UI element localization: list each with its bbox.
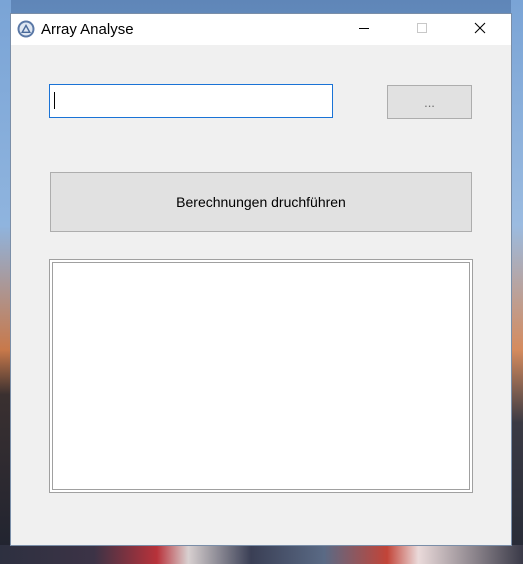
app-logo-icon <box>17 20 35 38</box>
close-icon <box>474 21 486 39</box>
minimize-button[interactable] <box>341 14 387 45</box>
calculate-button[interactable]: Berechnungen druchführen <box>50 172 472 232</box>
maximize-button[interactable] <box>399 14 445 45</box>
app-window: Array Analyse ... Berechnungen druchführ… <box>11 14 511 545</box>
desktop-background-left <box>0 0 11 564</box>
desktop-background-right <box>511 0 523 564</box>
desktop-background-bottom <box>0 545 523 564</box>
output-textbox[interactable] <box>49 259 473 493</box>
title-bar[interactable]: Array Analyse <box>11 14 511 45</box>
maximize-icon <box>416 21 428 39</box>
window-title: Array Analyse <box>41 21 134 38</box>
close-button[interactable] <box>457 14 503 45</box>
text-caret <box>54 92 55 109</box>
browse-button[interactable]: ... <box>387 85 472 119</box>
minimize-icon <box>358 21 370 39</box>
path-input[interactable] <box>49 84 333 118</box>
